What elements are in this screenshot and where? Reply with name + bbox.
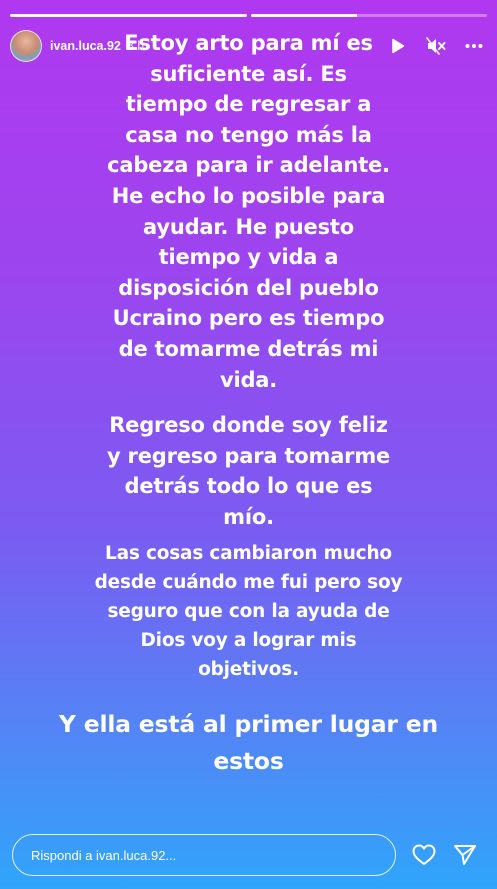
play-icon	[392, 38, 405, 54]
story-footer	[12, 834, 485, 876]
more-horizontal-icon	[465, 44, 483, 48]
like-button[interactable]	[410, 841, 438, 869]
progress-segment	[250, 14, 487, 17]
story-timestamp: 8 h	[126, 39, 145, 53]
story-text-paragraph-4: Y ella está al primer lugar en estos	[58, 710, 439, 775]
more-options-button[interactable]	[463, 35, 485, 57]
heart-outline-icon	[412, 844, 436, 865]
avatar[interactable]	[10, 30, 42, 62]
story-viewer[interactable]: Estoy arto para mí es suficiente así. Es…	[0, 0, 497, 889]
story-text-paragraph-3: Las cosas cambiaron mucho desde cuándo m…	[94, 543, 403, 680]
send-button[interactable]	[451, 841, 479, 869]
paper-plane-icon	[454, 845, 476, 865]
progress-fill	[10, 14, 247, 17]
story-header: ivan.luca.92 8 h	[10, 28, 485, 64]
story-username[interactable]: ivan.luca.92	[50, 39, 121, 53]
progress-segment	[10, 14, 247, 17]
story-text-paragraph-2: Regreso donde soy feliz y regreso para t…	[106, 413, 391, 529]
reply-input[interactable]	[12, 834, 396, 876]
story-header-actions	[387, 35, 485, 57]
play-button[interactable]	[387, 35, 409, 57]
story-progress	[10, 14, 487, 17]
progress-fill	[250, 14, 357, 17]
mute-button[interactable]	[425, 35, 447, 57]
story-text-paragraph-1: Estoy arto para mí es suficiente así. Es…	[107, 31, 390, 392]
speaker-muted-icon	[426, 37, 446, 55]
